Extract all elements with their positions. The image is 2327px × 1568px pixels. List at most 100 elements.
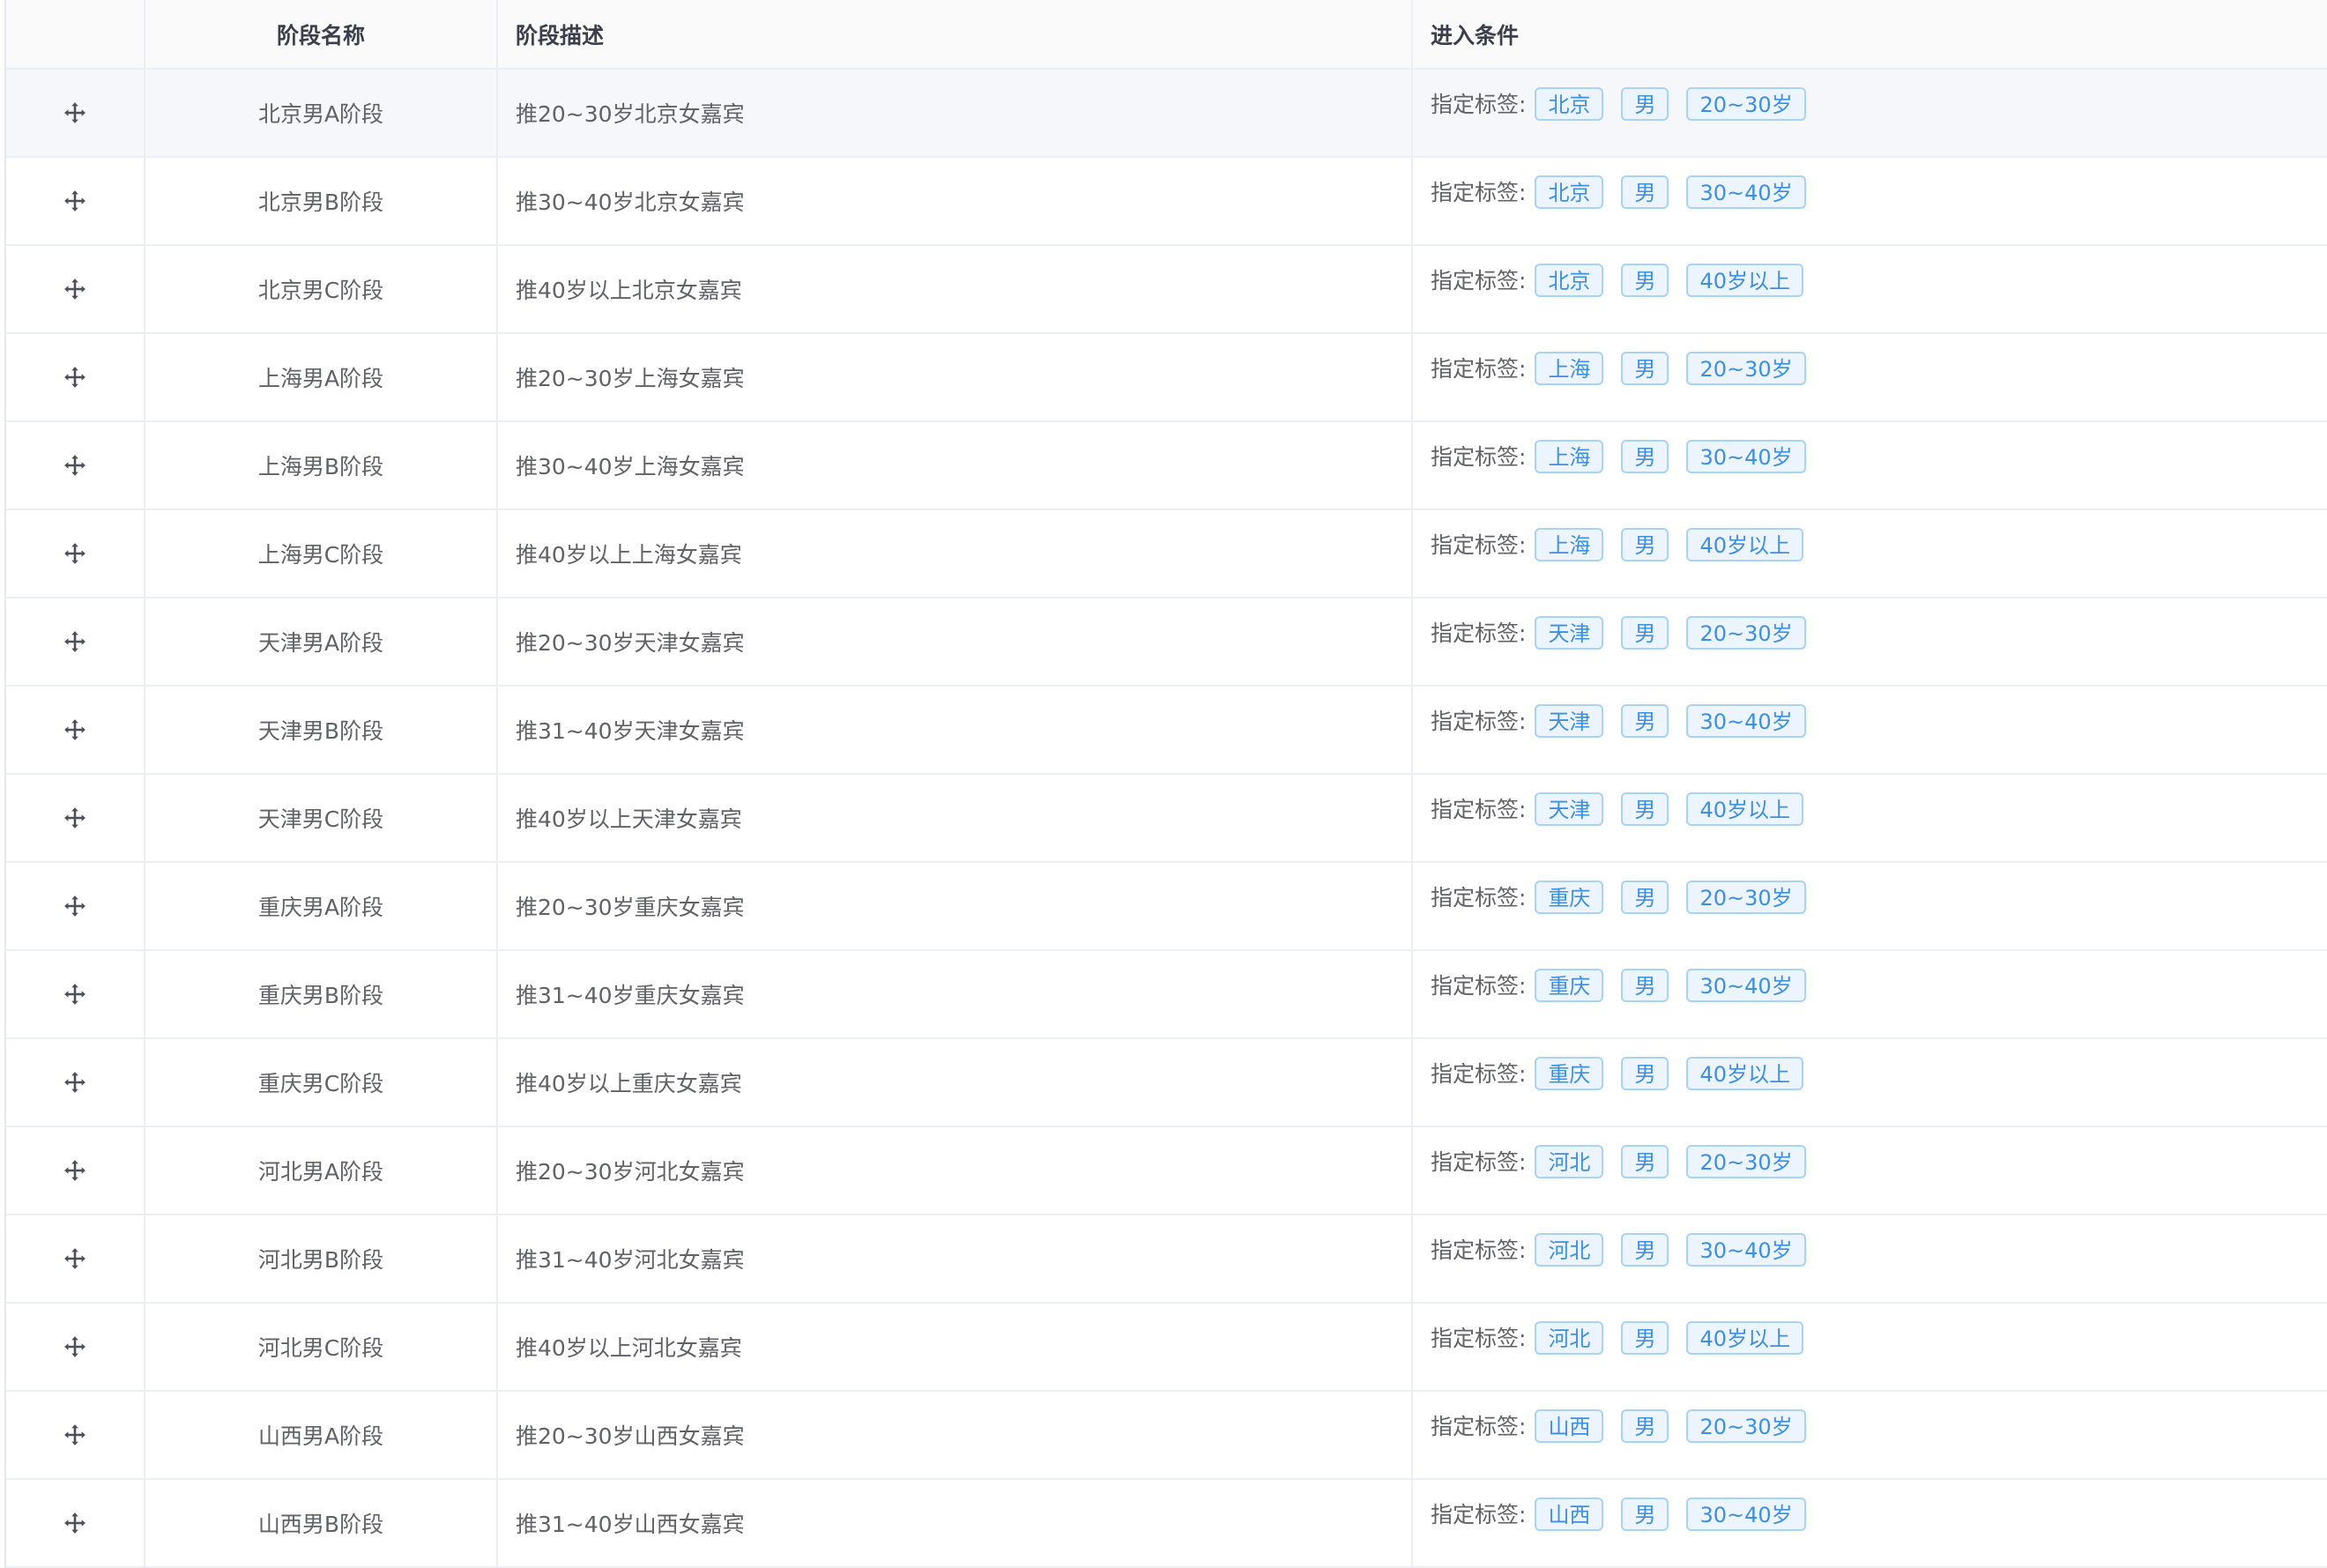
condition-tag: 20~30岁 [1686, 87, 1806, 121]
move-arrows-icon[interactable] [63, 718, 86, 741]
move-arrows-icon[interactable] [63, 278, 86, 301]
table-row[interactable]: 山西男B阶段 推31~40岁山西女嘉宾 指定标签: 山西男 30~40岁 [6, 1480, 2327, 1568]
table-row[interactable]: 北京男A阶段 推20~30岁北京女嘉宾 指定标签: 北京男 20~30岁 [6, 70, 2327, 158]
condition-tag: 上海 [1535, 440, 1604, 473]
entry-condition: 指定标签: 上海男 40岁以上 [1413, 510, 2327, 597]
table-row[interactable]: 重庆男A阶段 推20~30岁重庆女嘉宾 指定标签: 重庆男 20~30岁 [6, 863, 2327, 951]
table-row[interactable]: 北京男C阶段 推40岁以上北京女嘉宾 指定标签: 北京男 40岁以上 [6, 246, 2327, 334]
table-row[interactable]: 天津男A阶段 推20~30岁天津女嘉宾 指定标签: 天津男 20~30岁 [6, 598, 2327, 687]
condition-tag: 30~40岁 [1686, 175, 1806, 209]
move-arrows-icon[interactable] [63, 806, 86, 829]
stage-name: 河北男C阶段 [145, 1304, 498, 1390]
drag-handle[interactable] [6, 158, 145, 244]
drag-handle[interactable] [6, 334, 145, 420]
condition-tag: 男 [1621, 87, 1669, 121]
condition-prefix: 指定标签: [1431, 1326, 1527, 1351]
move-arrows-icon[interactable] [63, 1512, 86, 1535]
move-arrows-icon[interactable] [63, 1071, 86, 1094]
stage-name: 天津男B阶段 [145, 687, 498, 773]
stage-desc: 推31~40岁天津女嘉宾 [498, 687, 1413, 773]
drag-handle[interactable] [6, 863, 145, 949]
drag-handle[interactable] [6, 951, 145, 1037]
header-entry-condition[interactable]: 进入条件 [1413, 0, 2327, 68]
move-arrows-icon[interactable] [63, 895, 86, 918]
condition-tag: 男 [1621, 1233, 1669, 1267]
condition-prefix: 指定标签: [1431, 268, 1527, 294]
move-arrows-icon[interactable] [63, 1335, 86, 1358]
move-arrows-icon[interactable] [63, 630, 86, 653]
condition-tag: 男 [1621, 528, 1669, 561]
stage-desc: 推40岁以上天津女嘉宾 [498, 775, 1413, 861]
entry-condition: 指定标签: 北京男 40岁以上 [1413, 246, 2327, 332]
move-arrows-icon[interactable] [63, 983, 86, 1006]
drag-handle[interactable] [6, 1215, 145, 1302]
move-arrows-icon[interactable] [63, 1247, 86, 1270]
condition-tag: 男 [1621, 1321, 1669, 1355]
condition-tag: 20~30岁 [1686, 1409, 1806, 1443]
drag-handle[interactable] [6, 687, 145, 773]
stage-name: 山西男B阶段 [145, 1480, 498, 1566]
condition-tag: 30~40岁 [1686, 1233, 1806, 1267]
condition-prefix: 指定标签: [1431, 1414, 1527, 1439]
condition-tag: 男 [1621, 1497, 1669, 1531]
stage-desc: 推40岁以上河北女嘉宾 [498, 1304, 1413, 1390]
drag-handle[interactable] [6, 1039, 145, 1126]
table-row[interactable]: 重庆男B阶段 推31~40岁重庆女嘉宾 指定标签: 重庆男 30~40岁 [6, 951, 2327, 1039]
condition-tag: 重庆 [1535, 1057, 1604, 1090]
table-header: 阶段名称 阶段描述 进入条件 [6, 0, 2327, 70]
table-row[interactable]: 天津男B阶段 推31~40岁天津女嘉宾 指定标签: 天津男 30~40岁 [6, 687, 2327, 775]
table-row[interactable]: 北京男B阶段 推30~40岁北京女嘉宾 指定标签: 北京男 30~40岁 [6, 158, 2327, 246]
drag-handle[interactable] [6, 598, 145, 685]
header-stage-desc[interactable]: 阶段描述 [498, 0, 1413, 68]
drag-handle[interactable] [6, 1392, 145, 1478]
drag-handle[interactable] [6, 1480, 145, 1566]
condition-tag: 20~30岁 [1686, 1145, 1806, 1178]
move-arrows-icon[interactable] [63, 189, 86, 212]
condition-tag: 30~40岁 [1686, 969, 1806, 1002]
entry-condition: 指定标签: 北京男 30~40岁 [1413, 158, 2327, 244]
entry-condition: 指定标签: 天津男 40岁以上 [1413, 775, 2327, 861]
table-row[interactable]: 天津男C阶段 推40岁以上天津女嘉宾 指定标签: 天津男 40岁以上 [6, 775, 2327, 863]
stage-name: 重庆男B阶段 [145, 951, 498, 1037]
table-row[interactable]: 上海男B阶段 推30~40岁上海女嘉宾 指定标签: 上海男 30~40岁 [6, 422, 2327, 510]
entry-condition: 指定标签: 重庆男 40岁以上 [1413, 1039, 2327, 1126]
condition-tag: 重庆 [1535, 881, 1604, 914]
condition-tag: 20~30岁 [1686, 352, 1806, 385]
move-arrows-icon[interactable] [63, 542, 86, 565]
drag-handle[interactable] [6, 246, 145, 332]
condition-tag: 河北 [1535, 1321, 1604, 1355]
condition-tag: 30~40岁 [1686, 1497, 1806, 1531]
drag-handle[interactable] [6, 1127, 145, 1214]
move-arrows-icon[interactable] [63, 1423, 86, 1446]
drag-handle[interactable] [6, 70, 145, 156]
header-stage-name[interactable]: 阶段名称 [145, 0, 498, 68]
move-arrows-icon[interactable] [63, 1159, 86, 1182]
condition-tag: 天津 [1535, 616, 1604, 650]
condition-tag: 40岁以上 [1686, 792, 1803, 826]
entry-condition: 指定标签: 河北男 30~40岁 [1413, 1215, 2327, 1302]
drag-handle[interactable] [6, 1304, 145, 1390]
table-row[interactable]: 河北男A阶段 推20~30岁河北女嘉宾 指定标签: 河北男 20~30岁 [6, 1127, 2327, 1215]
table-row[interactable]: 山西男A阶段 推20~30岁山西女嘉宾 指定标签: 山西男 20~30岁 [6, 1392, 2327, 1480]
stage-desc: 推30~40岁北京女嘉宾 [498, 158, 1413, 244]
move-arrows-icon[interactable] [63, 101, 86, 124]
condition-tag: 上海 [1535, 352, 1604, 385]
table-row[interactable]: 重庆男C阶段 推40岁以上重庆女嘉宾 指定标签: 重庆男 40岁以上 [6, 1039, 2327, 1127]
table-row[interactable]: 河北男C阶段 推40岁以上河北女嘉宾 指定标签: 河北男 40岁以上 [6, 1304, 2327, 1392]
stage-name: 北京男A阶段 [145, 70, 498, 156]
entry-condition: 指定标签: 山西男 30~40岁 [1413, 1480, 2327, 1566]
condition-tag: 男 [1621, 792, 1669, 826]
stage-name: 天津男C阶段 [145, 775, 498, 861]
entry-condition: 指定标签: 河北男 20~30岁 [1413, 1127, 2327, 1214]
drag-handle[interactable] [6, 422, 145, 509]
entry-condition: 指定标签: 山西男 20~30岁 [1413, 1392, 2327, 1478]
table-row[interactable]: 上海男A阶段 推20~30岁上海女嘉宾 指定标签: 上海男 20~30岁 [6, 334, 2327, 422]
move-arrows-icon[interactable] [63, 366, 86, 389]
drag-handle[interactable] [6, 775, 145, 861]
table-row[interactable]: 河北男B阶段 推31~40岁河北女嘉宾 指定标签: 河北男 30~40岁 [6, 1215, 2327, 1304]
drag-handle[interactable] [6, 510, 145, 597]
table-row[interactable]: 上海男C阶段 推40岁以上上海女嘉宾 指定标签: 上海男 40岁以上 [6, 510, 2327, 598]
move-arrows-icon[interactable] [63, 454, 86, 477]
stage-name: 上海男A阶段 [145, 334, 498, 420]
condition-tag: 上海 [1535, 528, 1604, 561]
